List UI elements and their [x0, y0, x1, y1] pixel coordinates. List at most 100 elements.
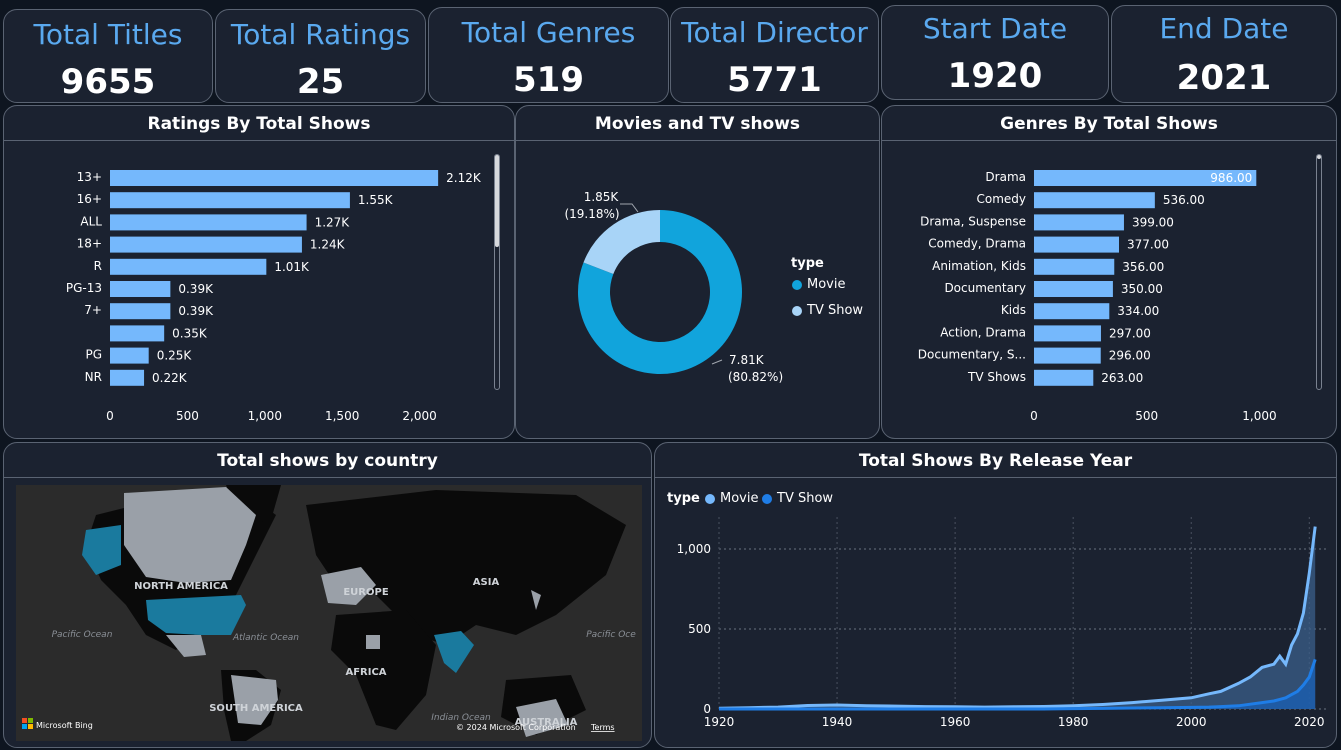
series-line — [718, 526, 1317, 710]
legend-label: TV Show — [777, 491, 834, 506]
category-label: Animation, Kids — [932, 259, 1026, 273]
bar — [110, 214, 307, 231]
kpi-label: Start Date — [922, 12, 1068, 45]
bar — [110, 258, 267, 275]
category-label: 16+ — [77, 192, 102, 206]
kpi-label: Total Genres — [461, 16, 636, 49]
kpi-label: Total Director — [681, 16, 868, 49]
x-tick-label: 500 — [1135, 409, 1158, 423]
x-tick-label: 500 — [176, 409, 199, 423]
kpi-total-director: Total Director 5771 — [670, 7, 879, 103]
world-map[interactable]: NORTH AMERICA EUROPE ASIA AFRICA SOUTH A… — [16, 485, 642, 741]
category-label: Comedy — [976, 192, 1026, 206]
category-label: PG-13 — [66, 281, 102, 295]
bar — [1034, 192, 1155, 209]
bar — [110, 281, 171, 297]
kpi-label: Total Ratings — [230, 18, 411, 51]
category-label: PG — [85, 348, 102, 362]
x-tick-label: 0 — [1030, 409, 1038, 423]
panel-title: Genres By Total Shows — [1000, 114, 1218, 134]
kpi-start-date: Start Date 1920 — [881, 5, 1109, 100]
category-label: R — [94, 259, 102, 273]
map-label-pacific-right: Pacific Oce — [586, 630, 636, 640]
bar — [110, 170, 439, 186]
data-label: 296.00 — [1109, 349, 1151, 363]
legend-item-tv-show[interactable]: TV Show — [792, 303, 863, 318]
x-tick-label: 2000 — [1176, 715, 1207, 729]
legend-item-movie[interactable]: Movie — [705, 491, 758, 506]
bar — [1034, 303, 1110, 320]
data-label: 263.00 — [1101, 371, 1143, 385]
legend-dot — [762, 493, 772, 504]
map-label-atlantic: Atlantic Ocean — [232, 633, 299, 643]
map-label-south-america: SOUTH AMERICA — [209, 703, 303, 714]
data-label: 1.27K — [315, 215, 351, 229]
data-label: 0.25K — [157, 349, 193, 363]
slice-value-label: 1.85K — [584, 190, 620, 204]
panel-title: Total shows by country — [217, 451, 438, 471]
x-tick-label: 0 — [106, 409, 114, 423]
ratings-panel: Ratings By Total Shows 13+ 2.12K 16+ 1.55K A… — [3, 105, 515, 439]
data-label: 1.01K — [274, 260, 310, 274]
data-label: 334.00 — [1117, 304, 1159, 318]
x-tick-label: 1980 — [1058, 715, 1089, 729]
release-year-panel: Total Shows By Release Year type Movie T… — [654, 442, 1337, 748]
bar — [110, 347, 149, 364]
kpi-value: 9655 — [60, 62, 156, 102]
x-tick-label: 1,500 — [325, 409, 359, 423]
legend-item-tv-show[interactable]: TV Show — [762, 491, 833, 506]
bar — [1034, 214, 1124, 231]
category-label: Documentary, S... — [918, 348, 1026, 362]
genres-scrollbar[interactable] — [1316, 154, 1322, 390]
category-label: Kids — [1001, 303, 1026, 317]
category-label: Documentary — [944, 281, 1026, 295]
map-terms-link[interactable]: Terms — [590, 723, 615, 732]
category-label: 7+ — [84, 303, 102, 317]
panel-title: Movies and TV shows — [594, 114, 801, 134]
map-label-north-america: NORTH AMERICA — [134, 581, 228, 592]
x-tick-label: 2020 — [1294, 715, 1325, 729]
data-label: 0.22K — [152, 371, 188, 385]
category-label: NR — [85, 370, 102, 384]
legend-label: TV Show — [807, 303, 864, 318]
slice-percent-label: (80.82%) — [728, 370, 783, 384]
bar — [110, 303, 171, 320]
x-tick-label: 2,000 — [402, 409, 436, 423]
kpi-value: 25 — [296, 62, 345, 102]
bar — [1034, 347, 1101, 364]
data-label: 1.55K — [358, 193, 394, 207]
category-label: Drama — [985, 170, 1026, 184]
x-tick-label: 1,000 — [1242, 409, 1276, 423]
slice-percent-label: (19.18%) — [564, 207, 619, 221]
ratings-scrollbar[interactable] — [494, 154, 500, 390]
bar — [1034, 281, 1113, 297]
legend-title: type — [791, 256, 824, 271]
map-panel: Total shows by country NORTH AMERICA EUR… — [3, 442, 652, 748]
map-copyright: © 2024 Microsoft Corporation — [456, 723, 576, 732]
leader-line — [620, 203, 639, 213]
y-tick-label: 1,000 — [677, 542, 711, 556]
category-label: TV Shows — [967, 370, 1026, 384]
country-mid-east — [366, 635, 380, 649]
map-label-pacific-left: Pacific Ocean — [52, 630, 113, 640]
country-india — [434, 631, 474, 673]
category-label: Comedy, Drama — [928, 237, 1026, 251]
data-label: 0.35K — [172, 326, 208, 340]
data-label: 2.12K — [446, 171, 482, 185]
category-label: 18+ — [77, 237, 102, 251]
kpi-value: 1920 — [947, 56, 1043, 96]
map-label-indian: Indian Ocean — [431, 713, 491, 723]
kpi-total-genres: Total Genres 519 — [428, 7, 669, 103]
legend-item-movie[interactable]: Movie — [792, 277, 845, 292]
panel-title: Total Shows By Release Year — [858, 451, 1133, 471]
leader-line — [711, 359, 723, 365]
legend-label: Movie — [720, 491, 759, 506]
data-label: 0.39K — [178, 282, 214, 296]
bar — [1034, 258, 1115, 275]
panel-title: Ratings By Total Shows — [147, 114, 371, 134]
bar — [110, 236, 302, 253]
ratings-bar-chart: 13+ 2.12K 16+ 1.55K ALL 1.27K 18+ 1.24K R 1.01K PG… — [66, 170, 482, 423]
x-tick-label: 1960 — [940, 715, 971, 729]
y-tick-label: 0 — [703, 702, 711, 716]
bar — [1034, 325, 1101, 342]
